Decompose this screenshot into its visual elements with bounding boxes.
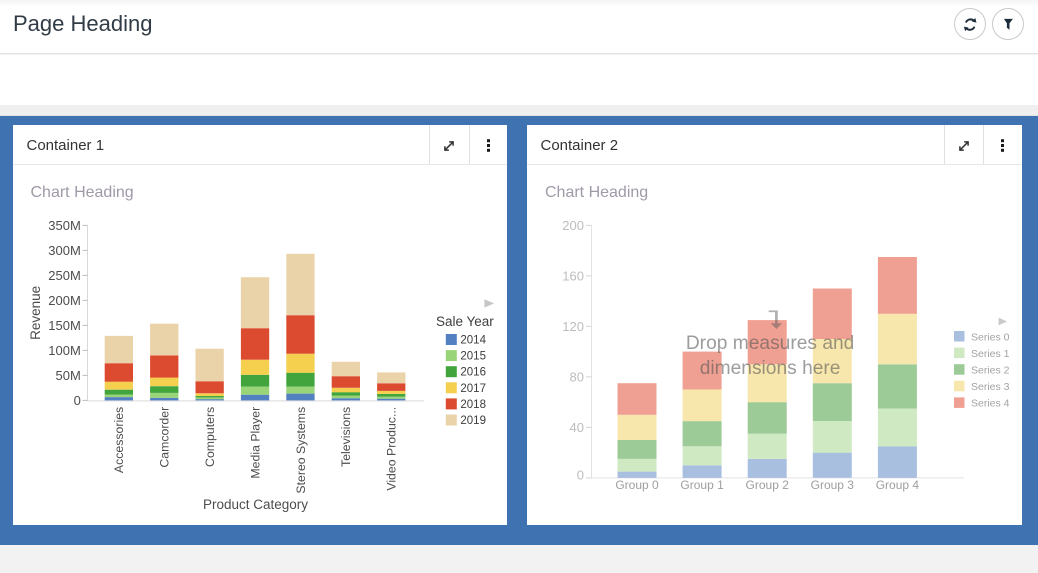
svg-text:Group 4: Group 4 — [876, 478, 920, 492]
svg-text:dimensions here: dimensions here — [700, 358, 841, 379]
svg-text:0: 0 — [74, 393, 81, 408]
svg-text:Group 2: Group 2 — [746, 478, 790, 492]
svg-text:Group 0: Group 0 — [615, 478, 659, 492]
svg-text:Series 1: Series 1 — [971, 348, 1010, 360]
svg-text:2018: 2018 — [460, 399, 486, 411]
svg-text:2014: 2014 — [460, 335, 486, 347]
svg-text:300M: 300M — [48, 243, 81, 258]
svg-text:Series 0: Series 0 — [971, 331, 1010, 343]
svg-text:Revenue: Revenue — [28, 286, 43, 340]
svg-text:2015: 2015 — [460, 351, 486, 363]
svg-text:Camcorder: Camcorder — [158, 407, 172, 468]
svg-text:Series 4: Series 4 — [971, 398, 1010, 410]
svg-text:100M: 100M — [48, 343, 81, 358]
svg-text:350M: 350M — [48, 218, 81, 233]
svg-text:200M: 200M — [48, 293, 81, 308]
svg-text:Chart Heading: Chart Heading — [31, 184, 134, 201]
svg-text:Accessories: Accessories — [112, 407, 126, 473]
svg-text:40: 40 — [570, 420, 584, 435]
svg-text:150M: 150M — [48, 318, 81, 333]
svg-text:250M: 250M — [48, 268, 81, 283]
svg-text:Group 1: Group 1 — [680, 478, 724, 492]
svg-text:Stereo Systems: Stereo Systems — [294, 407, 308, 494]
svg-text:Product Category: Product Category — [203, 497, 308, 512]
svg-text:Group 3: Group 3 — [811, 478, 855, 492]
svg-text:0: 0 — [577, 467, 584, 482]
svg-text:Televisions: Televisions — [339, 407, 353, 467]
svg-text:120: 120 — [562, 319, 584, 334]
svg-text:Sale Year: Sale Year — [436, 314, 494, 329]
svg-text:Video Produc...: Video Produc... — [385, 407, 399, 491]
svg-text:80: 80 — [570, 370, 584, 385]
svg-text:2019: 2019 — [460, 415, 486, 427]
svg-text:Drop measures and: Drop measures and — [686, 333, 855, 354]
svg-text:Media Player: Media Player — [248, 407, 262, 479]
svg-text:2017: 2017 — [460, 383, 486, 395]
svg-text:Series 3: Series 3 — [971, 381, 1010, 393]
svg-text:200: 200 — [562, 218, 584, 233]
svg-text:160: 160 — [562, 269, 584, 284]
svg-text:50M: 50M — [56, 368, 81, 383]
svg-text:2016: 2016 — [460, 367, 486, 379]
svg-text:Series 2: Series 2 — [971, 365, 1010, 377]
svg-text:Chart Heading: Chart Heading — [545, 184, 648, 201]
svg-text:Computers: Computers — [203, 407, 217, 467]
